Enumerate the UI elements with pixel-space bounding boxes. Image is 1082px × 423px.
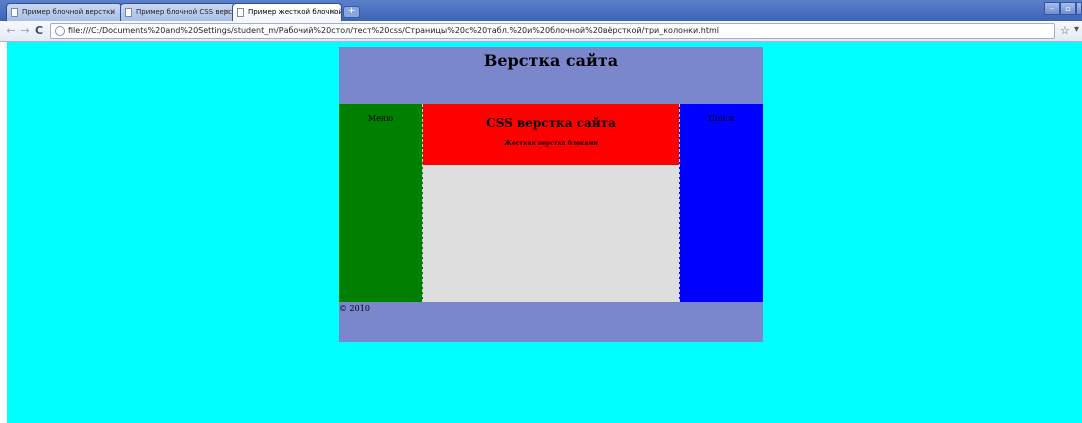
page-icon [237, 8, 244, 17]
browser-toolbar: ← → C file:///C:/Documents%20and%20Setti… [0, 21, 1082, 42]
page-title: Верстка сайта [483, 51, 619, 70]
close-icon[interactable]: × [223, 4, 230, 20]
forward-icon[interactable]: → [18, 24, 32, 38]
tab-2[interactable]: Пример блочной CSS верс... × [120, 3, 236, 21]
tab-title: Пример блочной верстки [22, 8, 115, 16]
tab-title: Пример блочной CSS верс... [136, 8, 236, 16]
tab-title: Пример жесткой блочной ... [248, 8, 342, 16]
main-title: CSS верстка сайта [486, 116, 616, 130]
address-bar[interactable]: file:///C:/Documents%20and%20Settings/st… [50, 23, 1055, 39]
left-window-edge [0, 42, 7, 423]
page-viewport: Верстка сайта Меню CSS верстка сайта Жес… [7, 42, 1082, 423]
new-tab-button[interactable]: + [343, 6, 360, 18]
close-window-button[interactable] [1076, 2, 1082, 15]
main-banner: CSS верстка сайта Жесткая верстка блокам… [423, 104, 679, 165]
back-icon[interactable]: ← [4, 24, 18, 38]
tab-strip: Пример блочной верстки × Пример блочной … [0, 0, 1082, 21]
search-label: Поиск [708, 114, 735, 123]
main-column: CSS верстка сайта Жесткая верстка блокам… [423, 104, 679, 302]
tab-3-active[interactable]: Пример жесткой блочной ... × [232, 3, 342, 21]
site-footer: © 2010 [339, 302, 763, 342]
minimize-button[interactable]: – [1044, 2, 1060, 15]
main-subtitle: Жесткая верстка блоками [504, 140, 598, 147]
close-icon[interactable]: × [329, 4, 336, 20]
page-info-icon[interactable] [55, 26, 65, 36]
menu-icon[interactable]: ▾ [1074, 24, 1079, 35]
tab-1[interactable]: Пример блочной верстки × [6, 3, 122, 21]
bookmark-star-icon[interactable]: ☆ [1060, 24, 1070, 37]
search-column: Поиск [679, 104, 763, 302]
footer-copyright: © 2010 [339, 304, 370, 313]
reload-icon[interactable]: C [32, 24, 46, 38]
address-text: file:///C:/Documents%20and%20Settings/st… [68, 26, 719, 35]
maximize-button[interactable]: ▫ [1060, 2, 1076, 15]
menu-label: Меню [367, 114, 394, 123]
site-container: Верстка сайта Меню CSS верстка сайта Жес… [339, 47, 763, 342]
site-header: Верстка сайта [339, 47, 763, 104]
menu-column: Меню [339, 104, 423, 302]
browser-window: Пример блочной верстки × Пример блочной … [0, 0, 1082, 423]
close-icon[interactable]: × [109, 4, 116, 20]
page-icon [11, 8, 18, 17]
page-icon [125, 8, 132, 17]
